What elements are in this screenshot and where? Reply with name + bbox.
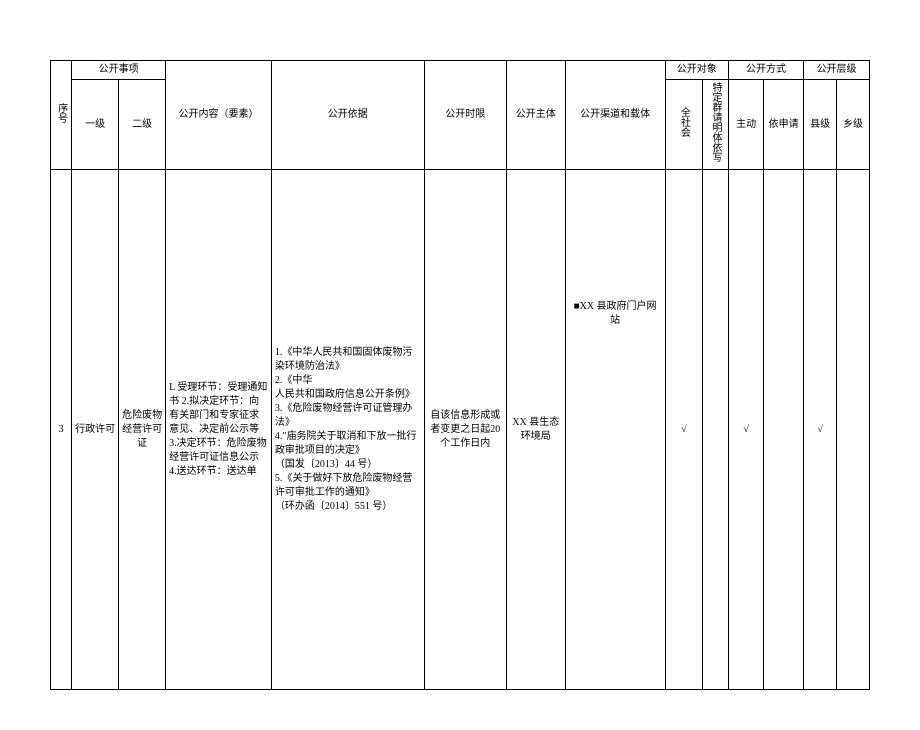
disclosure-table: 序号 公开事项 公开内容（要素） 公开依据 公开时限 公开主体 公开渠道和载体 …	[50, 60, 870, 690]
header-seq: 序号	[51, 61, 72, 170]
cell-channel: ■XX 县政府门户网站	[565, 170, 665, 690]
header-content: 公开内容（要素）	[166, 61, 272, 170]
cell-basis: 1.《中华人民共和国固体废物污染环境防治法》 2.《中华 人民共和国政府信息公开…	[271, 170, 424, 690]
header-method: 公开方式	[728, 61, 803, 80]
cell-content: L 受理环节：受理通知书 2.拟决定环节：向有关部门和专家征求意见、决定前公示等…	[166, 170, 272, 690]
header-timelimit: 公开时限	[424, 61, 506, 170]
header-row-1: 序号 公开事项 公开内容（要素） 公开依据 公开时限 公开主体 公开渠道和载体 …	[51, 61, 870, 80]
header-all-society: 全社会	[665, 80, 703, 170]
header-level: 公开层级	[804, 61, 870, 80]
cell-all-society: √	[665, 170, 703, 690]
cell-county: √	[804, 170, 837, 690]
cell-specific-group	[703, 170, 729, 690]
cell-township	[837, 170, 870, 690]
cell-subject: XX 县生态环境局	[506, 170, 565, 690]
cell-level2: 危险废物经营许可证	[119, 170, 166, 690]
cell-on-request	[764, 170, 804, 690]
header-level1: 一级	[72, 80, 119, 170]
cell-timelimit: 自该信息形成或者变更之日起20 个工作日内	[424, 170, 506, 690]
header-township: 乡级	[837, 80, 870, 170]
table-row: 3 行政许可 危险废物经营许可证 L 受理环节：受理通知书 2.拟决定环节：向有…	[51, 170, 870, 690]
cell-active: √	[728, 170, 763, 690]
header-basis: 公开依据	[271, 61, 424, 170]
cell-seq: 3	[51, 170, 72, 690]
header-specific-group: 特定群请明体依写	[703, 80, 729, 170]
header-matter: 公开事项	[72, 61, 166, 80]
header-on-request: 依申请	[764, 80, 804, 170]
header-target: 公开对象	[665, 61, 728, 80]
header-subject: 公开主体	[506, 61, 565, 170]
header-active: 主动	[728, 80, 763, 170]
header-channel: 公开渠道和载体	[565, 61, 665, 170]
header-level2: 二级	[119, 80, 166, 170]
header-county: 县级	[804, 80, 837, 170]
cell-level1: 行政许可	[72, 170, 119, 690]
